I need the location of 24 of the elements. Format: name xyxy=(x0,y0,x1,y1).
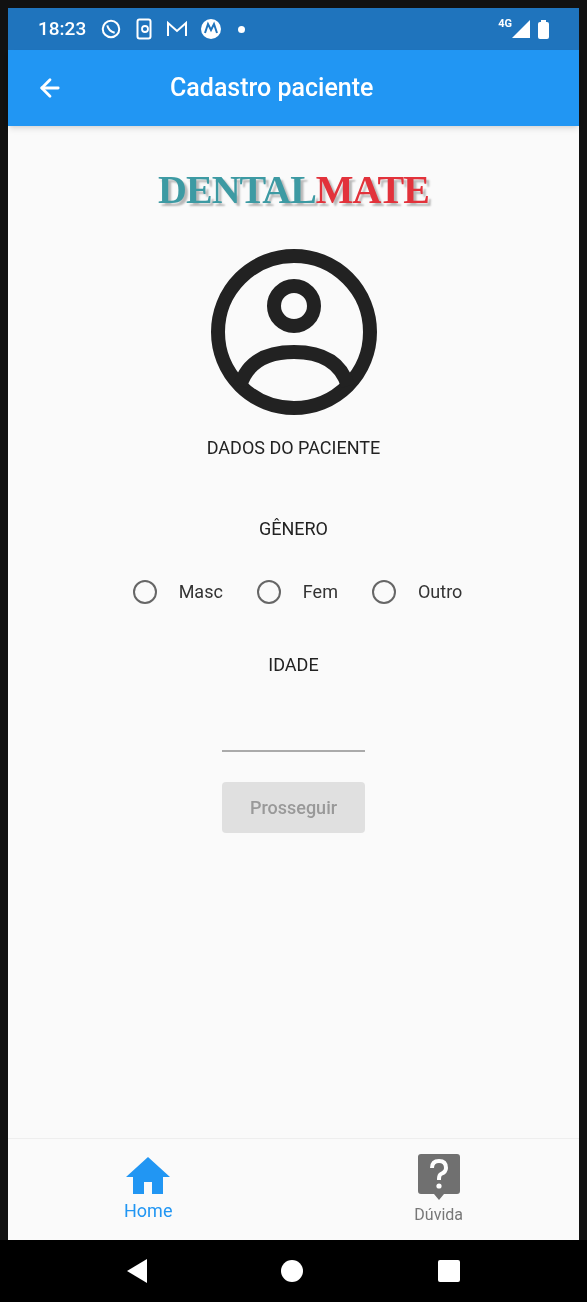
home-nav-icon[interactable] xyxy=(281,1260,304,1282)
mail-icon xyxy=(166,20,189,38)
section-title: DADOS DO PACIENTE xyxy=(206,436,381,460)
home-icon xyxy=(125,1155,172,1195)
signal-icon xyxy=(512,20,530,38)
round-logo-icon xyxy=(200,18,223,40)
gender-radio[interactable]: Outro xyxy=(371,578,463,605)
help-icon xyxy=(416,1152,461,1201)
user-avatar-icon xyxy=(209,248,378,416)
gender-radio[interactable]: Fem xyxy=(256,578,338,605)
status-time: 18:23 xyxy=(38,15,87,42)
phone-icon xyxy=(136,18,153,40)
chat-icon xyxy=(100,18,123,40)
age-label: IDADE xyxy=(268,653,319,677)
gender-label: GÊNERO xyxy=(258,517,328,541)
network-label: 4G xyxy=(498,16,512,32)
dot-icon xyxy=(238,25,246,33)
gender-radio[interactable]: Masc xyxy=(132,578,223,605)
app-bar-title: Cadastro paciente xyxy=(170,72,374,105)
battery-icon xyxy=(538,19,549,39)
back-nav-icon[interactable] xyxy=(127,1259,148,1283)
app-logo: DENTALMATE xyxy=(158,170,429,210)
recents-nav-icon[interactable] xyxy=(437,1260,460,1282)
bottom-nav-item[interactable]: Dúvida xyxy=(414,1152,463,1227)
